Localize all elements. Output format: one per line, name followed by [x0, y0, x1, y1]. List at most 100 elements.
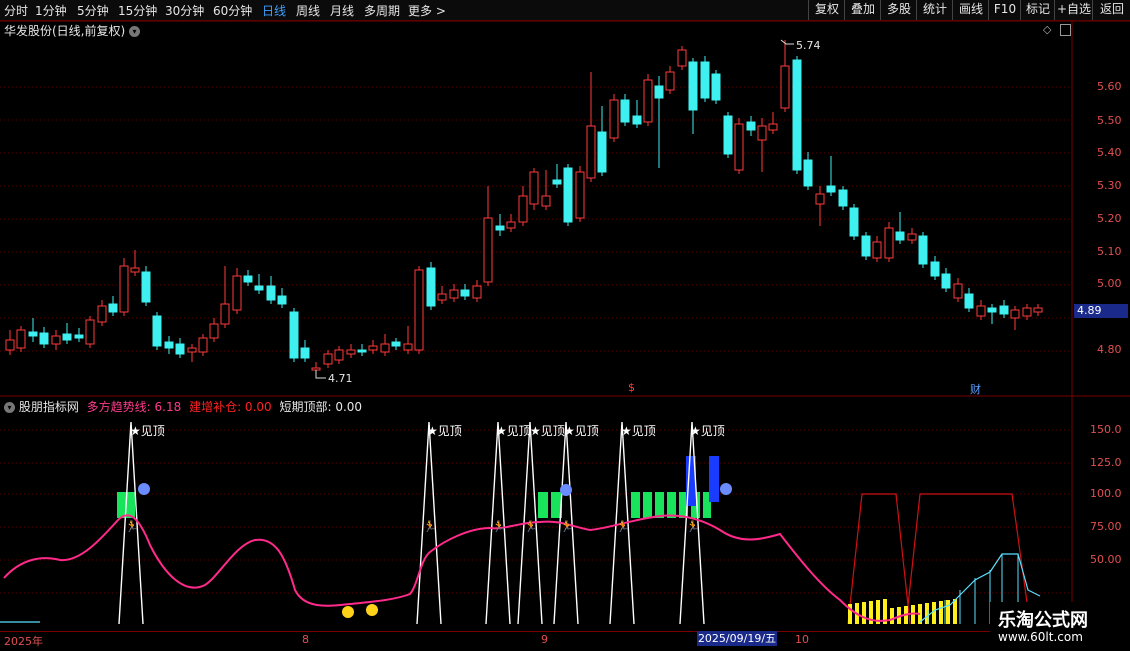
candle-body: [734, 123, 744, 171]
candle-body: [688, 61, 698, 111]
candlestick-series: [5, 39, 1043, 379]
candle-body: [918, 235, 928, 265]
selected-date[interactable]: 2025/09/19/五: [697, 631, 777, 646]
diamond-icon[interactable]: ◇: [1043, 23, 1051, 36]
yellow-bar: [946, 600, 950, 624]
candle-body: [586, 125, 596, 179]
indicator-header: ▾ 股朋指标网 多方趋势线: 6.18 建增补仓: 0.00 短期顶部: 0.0…: [4, 398, 362, 415]
candle-body: [187, 347, 197, 353]
top-signal-label: ★见顶: [130, 424, 165, 438]
candle-body: [141, 271, 151, 303]
top-signal-label: ★见顶: [564, 424, 599, 438]
high-leader: [780, 39, 794, 45]
yellow-bar: [953, 599, 957, 624]
candle-body: [414, 269, 424, 351]
yellow-bar: [862, 602, 866, 624]
site-watermark: 乐淘公式网 www.60lt.com: [990, 602, 1130, 650]
expand-icon[interactable]: [1060, 24, 1071, 36]
candle-body: [289, 311, 299, 359]
candle-body: [243, 275, 253, 283]
candle-body: [119, 265, 129, 313]
runner-icon: 🏃: [616, 520, 630, 533]
candle-body: [563, 167, 573, 223]
smiley-icon: [366, 604, 378, 616]
runner-icon: 🏃: [125, 520, 139, 533]
low-leader: [315, 370, 326, 379]
indicator-name: 股朋指标网: [18, 400, 79, 414]
candle-body: [277, 295, 287, 305]
candle-body: [220, 303, 230, 325]
candle-body: [460, 289, 470, 297]
candle-body: [677, 49, 687, 67]
price-axis-label: 5.30: [1097, 179, 1122, 192]
candle-body: [323, 353, 333, 365]
candle-body: [495, 225, 505, 231]
top-signal-label: ★见顶: [690, 424, 725, 438]
runner-icon: 🏃: [686, 520, 700, 533]
candle-body: [1022, 307, 1032, 317]
blue-bar: [709, 456, 719, 502]
price-axis-label: 5.50: [1097, 114, 1122, 127]
price-axis-label: 5.60: [1097, 80, 1122, 93]
candle-body: [529, 171, 539, 205]
candle-body: [266, 285, 276, 301]
yellow-bar: [890, 608, 894, 624]
candle-body: [198, 337, 208, 353]
candle-body: [39, 332, 49, 345]
candle-body: [643, 79, 653, 123]
candle-body: [620, 99, 630, 123]
candle-body: [5, 339, 15, 351]
candle-body: [780, 65, 790, 109]
candle-body: [815, 193, 825, 205]
candle-body: [861, 235, 871, 257]
candle-body: [62, 333, 72, 341]
runner-icon: 🏃: [423, 520, 437, 533]
event-marker-dividend[interactable]: $: [628, 381, 635, 394]
date-axis: 2025年 8 9 10: [0, 631, 1072, 651]
price-axis-label: 5.10: [1097, 245, 1122, 258]
candle-body: [346, 349, 356, 355]
candle-body: [964, 293, 974, 309]
sad-face-icon: [138, 483, 150, 495]
sad-face-icon: [720, 483, 732, 495]
candle-body: [907, 233, 917, 241]
candle-body: [895, 231, 905, 241]
candle-body: [872, 241, 882, 259]
candle-body: [665, 71, 675, 91]
price-axis-label: 4.80: [1097, 343, 1122, 356]
watermark-title: 乐淘公式网: [998, 610, 1088, 631]
indicator-axis-label: 50.00: [1090, 553, 1122, 566]
low-price-label: 4.71: [328, 372, 353, 385]
candle-body: [311, 367, 321, 371]
candle-body: [209, 323, 219, 339]
smiley-icon: [342, 606, 354, 618]
candle-body: [930, 261, 940, 277]
bar-gap: [664, 492, 667, 518]
current-price-tag: 4.89: [1074, 304, 1128, 318]
indicator-value-top: 短期顶部: 0.00: [279, 400, 363, 414]
candle-body: [334, 349, 344, 361]
candle-body: [803, 159, 813, 187]
candle-body: [506, 221, 516, 229]
candle-body: [654, 85, 664, 99]
high-price-label: 5.74: [796, 39, 821, 52]
candle-body: [357, 349, 367, 353]
candle-body: [300, 347, 310, 359]
indicator-axis-label: 150.0: [1090, 423, 1122, 436]
candle-body: [254, 285, 264, 291]
sad-face-icon: [560, 484, 572, 496]
candle-body: [380, 343, 390, 353]
bar-gap: [640, 492, 643, 518]
dropdown-icon[interactable]: ▾: [129, 26, 141, 37]
candle-body: [826, 185, 836, 193]
dropdown-icon[interactable]: ▾: [4, 402, 15, 413]
top-signal-label: ★见顶: [530, 424, 565, 438]
candle-body: [483, 217, 493, 283]
candle-body: [426, 267, 436, 307]
yellow-bar: [932, 602, 936, 624]
event-marker-finance[interactable]: 财: [970, 381, 981, 397]
candle-body: [85, 319, 95, 345]
date-label: 8: [302, 633, 309, 646]
candle-body: [518, 195, 528, 223]
price-axis-label: 5.20: [1097, 212, 1122, 225]
